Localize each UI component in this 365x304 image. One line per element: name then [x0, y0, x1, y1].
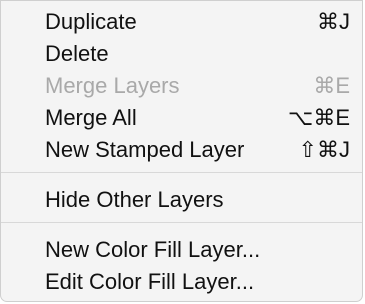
menu-item-label: Merge Layers — [45, 73, 180, 98]
menu-item-label: Merge All — [45, 105, 137, 130]
menu-separator — [1, 222, 362, 223]
menu-item-merge-all[interactable]: Merge All ⌥⌘E — [1, 103, 362, 133]
menu-item-shortcut: ⌘E — [313, 73, 350, 98]
menu-item-label: Edit Color Fill Layer... — [45, 269, 255, 294]
menu-item-delete[interactable]: Delete — [1, 39, 362, 69]
menu-item-label: Duplicate — [45, 9, 137, 34]
layer-context-menu: Duplicate ⌘J Delete Merge Layers ⌘E Merg… — [0, 0, 363, 302]
menu-item-label: Delete — [45, 41, 109, 66]
menu-item-new-stamped-layer[interactable]: New Stamped Layer ⇧⌘J — [1, 135, 362, 165]
menu-item-shortcut: ⇧⌘J — [298, 137, 350, 162]
menu-separator — [1, 172, 362, 173]
menu-item-shortcut: ⌘J — [317, 9, 350, 34]
menu-item-new-color-fill-layer[interactable]: New Color Fill Layer... — [1, 235, 362, 265]
menu-item-merge-layers: Merge Layers ⌘E — [1, 71, 362, 101]
menu-item-label: New Stamped Layer — [45, 137, 245, 162]
menu-item-edit-color-fill-layer[interactable]: Edit Color Fill Layer... — [1, 267, 362, 297]
menu-item-shortcut: ⌥⌘E — [287, 105, 350, 130]
menu-item-duplicate[interactable]: Duplicate ⌘J — [1, 7, 362, 37]
menu-item-label: New Color Fill Layer... — [45, 237, 261, 262]
menu-item-label: Hide Other Layers — [45, 187, 224, 212]
menu-item-hide-other-layers[interactable]: Hide Other Layers — [1, 185, 362, 215]
